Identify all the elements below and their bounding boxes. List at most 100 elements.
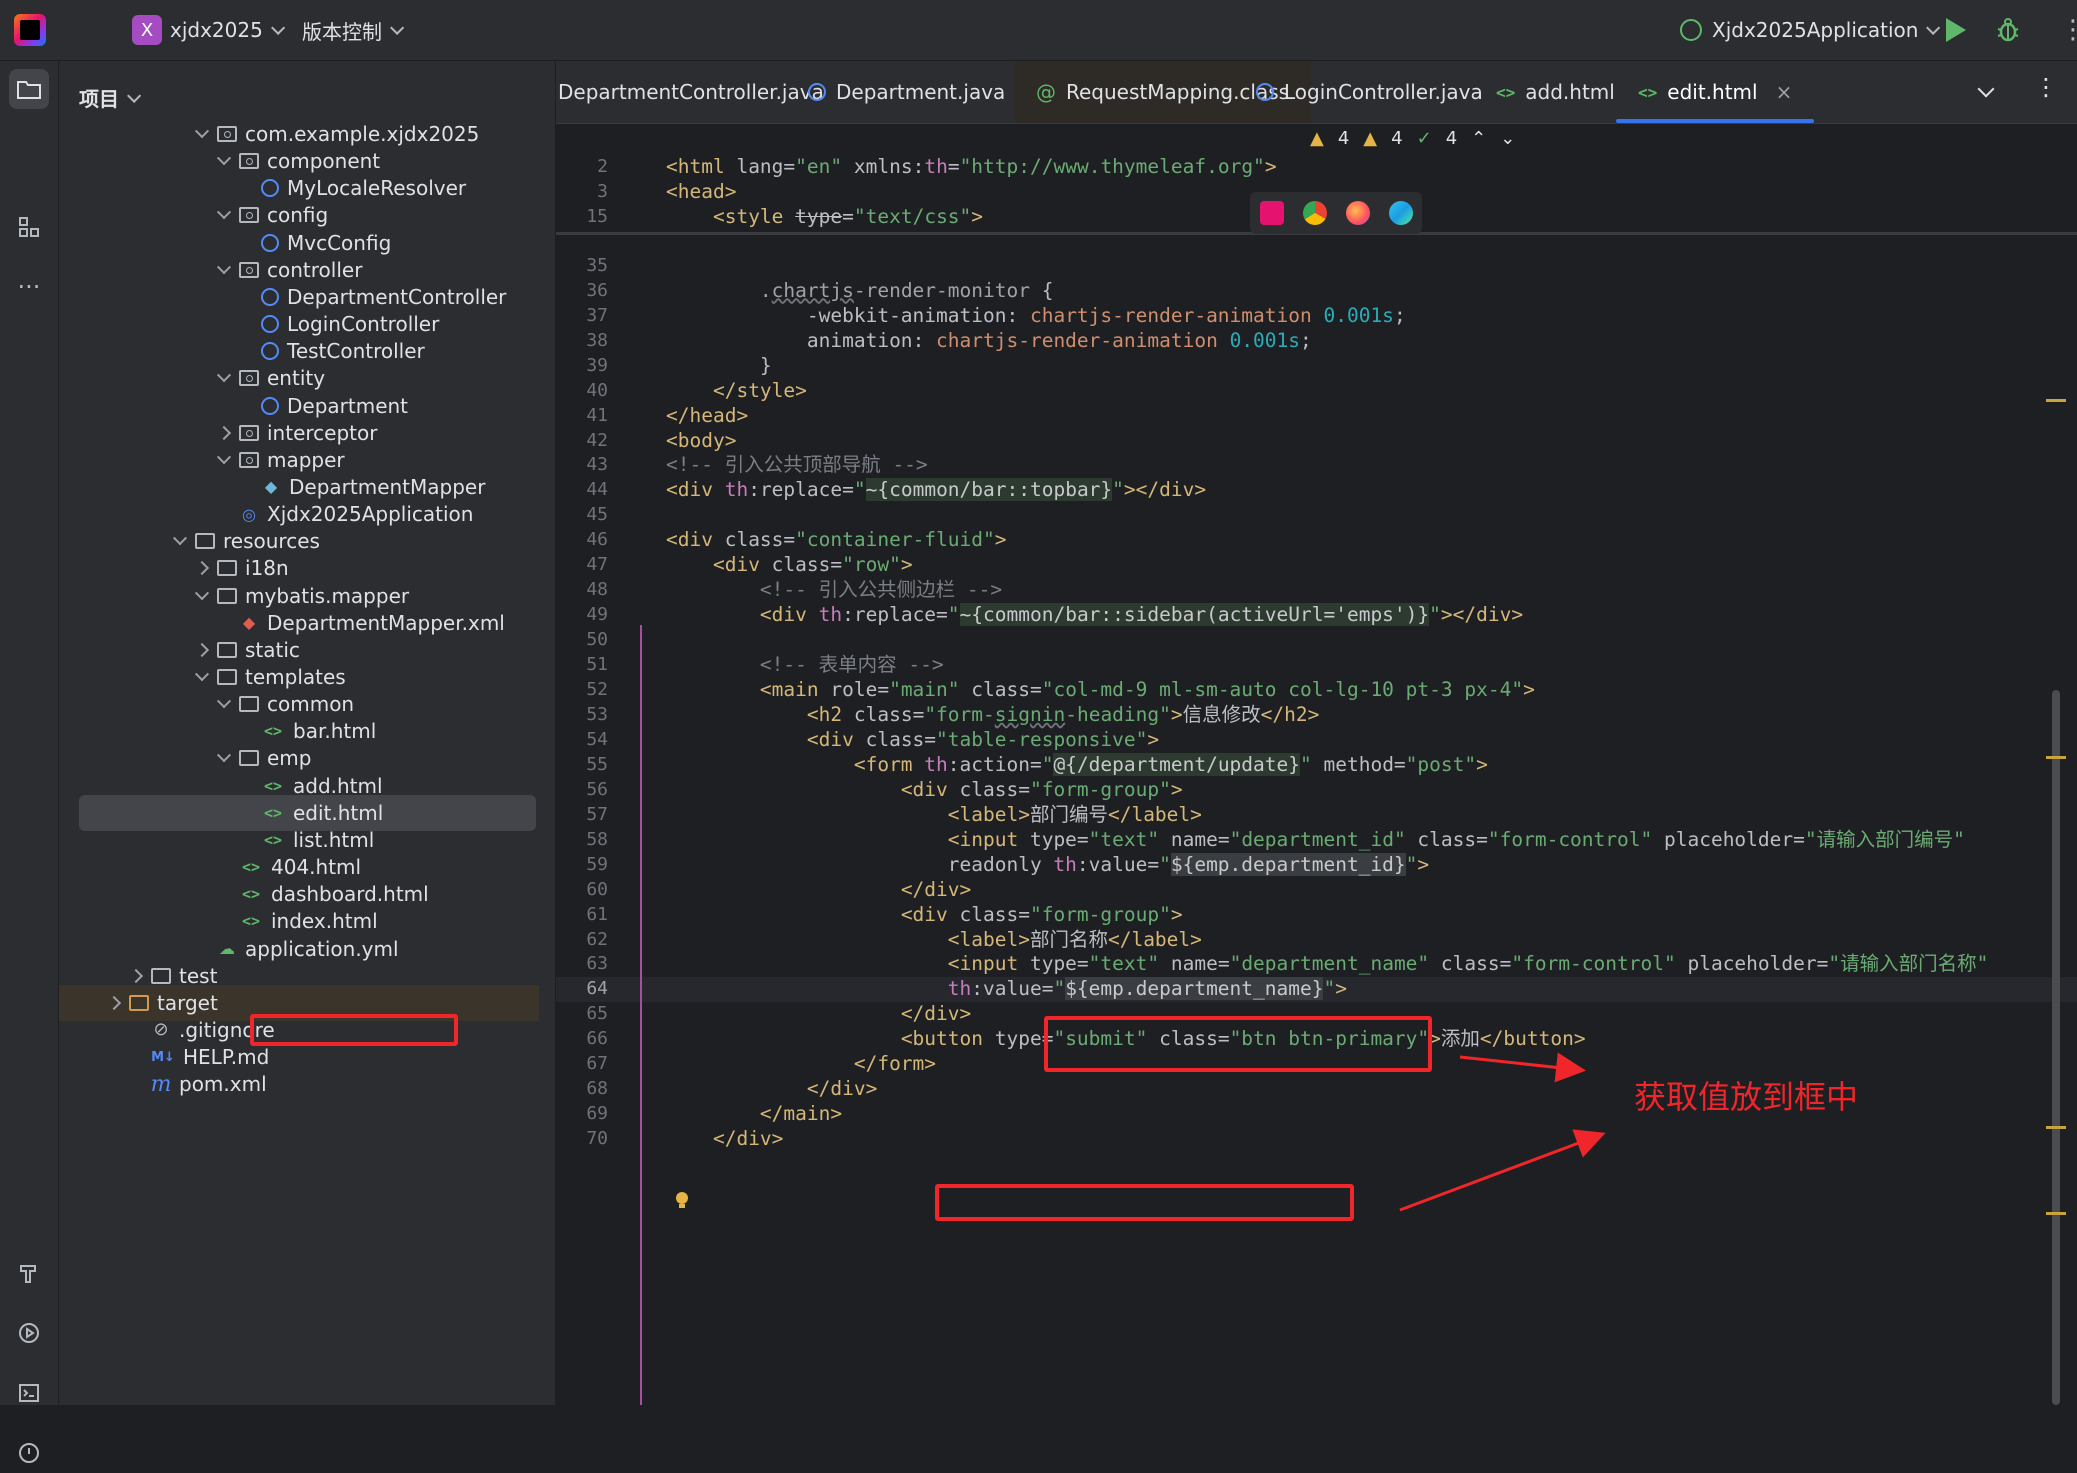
html-file-icon: <> — [1496, 82, 1516, 102]
code-line[interactable]: 43 <!-- 引入公共顶部导航 --> — [556, 453, 2077, 478]
code-line[interactable]: 54 <div class="table-responsive"> — [556, 728, 2077, 753]
chevron-down-icon[interactable]: ⌄ — [1500, 128, 1515, 149]
project-tool-icon[interactable] — [9, 69, 49, 109]
expand-chevron-icon[interactable] — [193, 125, 211, 143]
expand-chevron-icon[interactable] — [105, 994, 123, 1012]
code-line[interactable]: 48 <!-- 引入公共侧边栏 --> — [556, 578, 2077, 603]
expand-chevron-icon[interactable] — [215, 424, 233, 442]
code-line[interactable]: 64 th:value="${emp.department_name}"> — [556, 977, 2077, 1003]
build-hammer-icon[interactable] — [9, 1253, 49, 1293]
expand-chevron-icon[interactable] — [193, 587, 211, 605]
close-tab-icon[interactable]: × — [1776, 80, 1793, 104]
code-line[interactable]: 57 <label>部门编号</label> — [556, 803, 2077, 828]
expand-chevron-icon[interactable] — [193, 668, 211, 686]
code-line[interactable]: 55 <form th:action="@{/department/update… — [556, 752, 2077, 778]
ide-logo-icon[interactable] — [14, 14, 46, 46]
more-actions-icon[interactable]: ⋮ — [2060, 0, 2077, 60]
editor-tab[interactable]: LoginController.java — [1234, 61, 1505, 123]
code-line[interactable]: 51 <!-- 表单内容 --> — [556, 653, 2077, 678]
chevron-up-icon[interactable]: ⌃ — [1471, 128, 1486, 149]
code-line[interactable]: 50 — [556, 628, 2077, 653]
tab-label: edit.html — [1667, 80, 1758, 104]
code-line[interactable]: 37 -webkit-animation: chartjs-render-ani… — [556, 304, 2077, 329]
code-line[interactable]: 52 <main role="main" class="col-md-9 ml-… — [556, 678, 2077, 703]
code-line[interactable]: 60 </div> — [556, 878, 2077, 903]
code-line[interactable]: 59 readonly th:value="${emp.department_i… — [556, 852, 2077, 878]
code-text: <style type="text/css"> — [712, 204, 984, 228]
line-number: 63 — [586, 953, 608, 975]
code-line[interactable]: 53 <h2 class="form-signin-heading">信息修改<… — [556, 703, 2077, 728]
code-line[interactable]: 62 <label>部门名称</label> — [556, 928, 2077, 953]
code-line[interactable]: 42 <body> — [556, 429, 2077, 454]
ide-browser-icon[interactable] — [1259, 201, 1284, 225]
tab-more-icon[interactable]: ⋮ — [2034, 73, 2058, 101]
expand-chevron-icon[interactable] — [215, 152, 233, 170]
lightbulb-icon[interactable] — [674, 1190, 690, 1212]
inspection-widget[interactable]: ▲ 4 ▲ 4 ✓ 4 ⌃ ⌄ — [1310, 128, 1515, 149]
code-line[interactable]: 45 — [556, 503, 2077, 528]
edge-icon[interactable] — [1388, 201, 1413, 225]
code-text: <!-- 表单内容 --> — [759, 653, 944, 677]
run-button[interactable] — [1946, 18, 1966, 42]
editor-tab[interactable]: <> edit.html × — [1616, 61, 1815, 123]
code-line[interactable]: 44 <div th:replace="~{common/bar::topbar}… — [556, 478, 2077, 503]
terminal-tool-icon[interactable] — [9, 1373, 49, 1413]
code-line[interactable]: 39 } — [556, 354, 2077, 379]
code-line[interactable]: 61 <div class="form-group"> — [556, 903, 2077, 928]
expand-chevron-icon[interactable] — [193, 641, 211, 659]
code-text: </main> — [759, 1102, 843, 1126]
java-class-icon — [261, 315, 279, 334]
project-badge[interactable]: X — [132, 15, 162, 45]
more-tools-icon[interactable]: ··· — [9, 267, 49, 307]
run-configuration-selector[interactable]: Xjdx2025Application — [1680, 0, 1941, 60]
code-line[interactable]: 40 </style> — [556, 379, 2077, 404]
code-text: readonly th:value="${emp.department_id}"… — [666, 852, 1430, 876]
expand-chevron-icon[interactable] — [215, 451, 233, 469]
debug-bug-icon[interactable] — [1996, 17, 2020, 43]
chrome-icon[interactable] — [1302, 201, 1327, 225]
code-line[interactable]: 49 <div th:replace="~{common/bar::sideba… — [556, 603, 2077, 628]
code-line[interactable]: 63 <input type="text" name="department_n… — [556, 952, 2077, 977]
markdown-icon: M↓ — [151, 1049, 175, 1065]
html-file-icon: <> — [263, 830, 283, 849]
structure-tool-icon[interactable] — [9, 207, 49, 247]
code-line[interactable]: 36 .chartjs-render-monitor { — [556, 279, 2077, 304]
expand-chevron-icon[interactable] — [215, 695, 233, 713]
code-line[interactable]: 2 <html lang="en" xmlns:th="http://www.th… — [556, 155, 2077, 180]
expand-chevron-icon[interactable] — [193, 559, 211, 577]
line-number: 40 — [586, 379, 608, 401]
expand-chevron-icon[interactable] — [215, 749, 233, 767]
editor-tab[interactable]: Department.java — [786, 61, 1027, 123]
code-line[interactable]: 41 </head> — [556, 404, 2077, 429]
code-text: animation: chartjs-render-animation 0.00… — [806, 328, 1312, 352]
services-tool-icon[interactable] — [9, 1313, 49, 1353]
code-line[interactable]: 58 <input type="text" name="department_i… — [556, 828, 2077, 853]
expand-chevron-icon[interactable] — [215, 261, 233, 279]
code-line[interactable]: 35 — [556, 254, 2077, 279]
code-line[interactable]: 47 <div class="row"> — [556, 553, 2077, 578]
expand-chevron-icon[interactable] — [215, 369, 233, 387]
line-number: 35 — [586, 254, 608, 276]
expand-chevron-icon[interactable] — [127, 967, 145, 985]
firefox-icon[interactable] — [1345, 201, 1370, 225]
main-menu-icon[interactable] — [74, 18, 104, 42]
code-line[interactable]: 70 </div> — [556, 1127, 2077, 1152]
project-switcher[interactable]: xjdx2025 — [170, 0, 286, 60]
code-line[interactable]: 46 <div class="container-fluid"> — [556, 528, 2077, 553]
editor-scrollbar[interactable] — [2052, 690, 2060, 1405]
code-line[interactable]: 38 animation: chartjs-render-animation 0… — [556, 329, 2077, 354]
vcs-menu[interactable]: 版本控制 — [302, 0, 405, 60]
code-line[interactable]: 56 <div class="form-group"> — [556, 778, 2077, 803]
expand-chevron-icon[interactable] — [215, 206, 233, 224]
problems-tool-icon[interactable] — [9, 1433, 49, 1473]
line-number: 43 — [586, 454, 608, 476]
project-panel-header[interactable]: 项目 — [79, 83, 142, 112]
editor-tab[interactable]: <> add.html — [1474, 61, 1637, 123]
tree-item[interactable]: m pom.xml — [59, 1066, 539, 1102]
expand-chevron-icon[interactable] — [171, 532, 189, 550]
